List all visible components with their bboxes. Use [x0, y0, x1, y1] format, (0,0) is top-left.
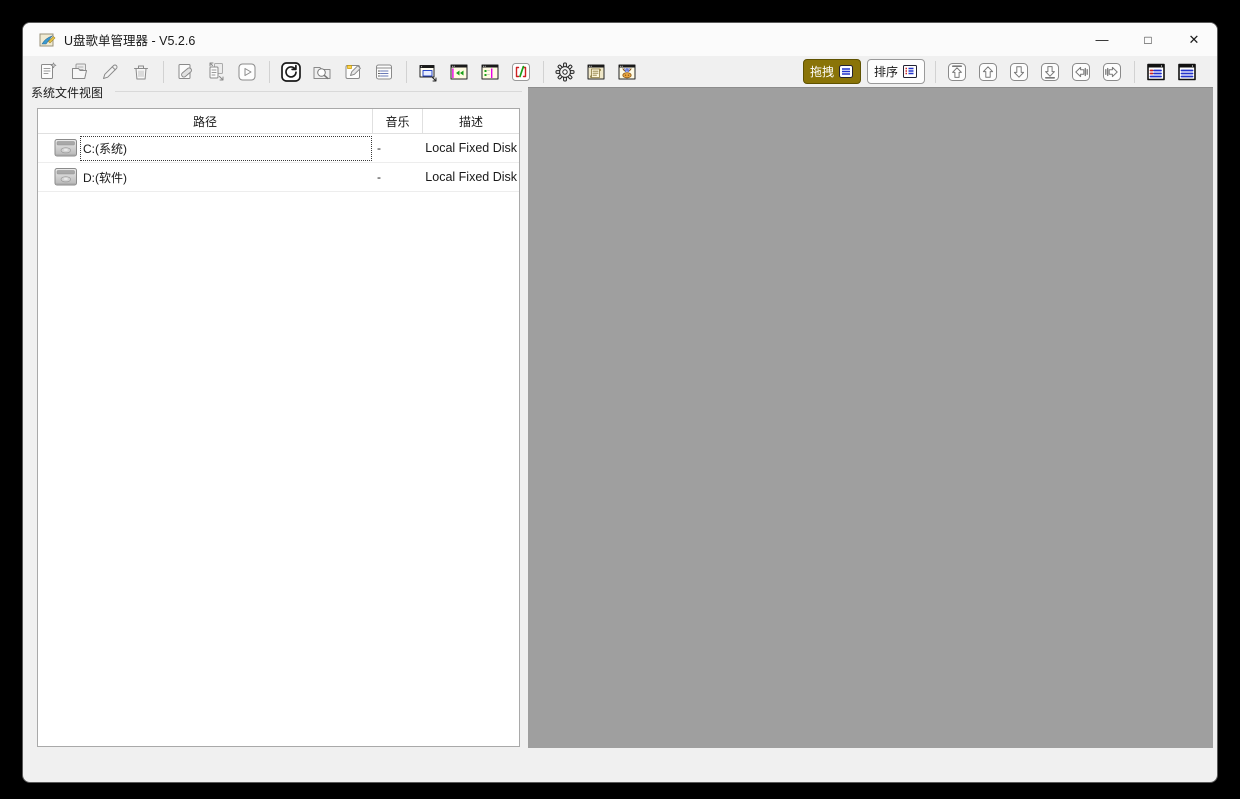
toolbar-separator: [1134, 61, 1135, 83]
drag-mode-button[interactable]: 拖拽: [803, 59, 861, 84]
sort-mode-label: 排序: [874, 63, 898, 80]
simple-list-view-icon[interactable]: [1174, 59, 1200, 85]
table-row[interactable]: C:(系统) - Local Fixed Disk: [38, 134, 519, 163]
new-playlist-icon[interactable]: [35, 59, 61, 85]
window-controls: — □ ✕: [1079, 23, 1217, 56]
copy-move-icon[interactable]: [203, 59, 229, 85]
groupbox-label: 系统文件视图: [31, 84, 107, 101]
table-header: 路径 音乐 描述: [38, 109, 519, 134]
refresh-icon[interactable]: [278, 59, 304, 85]
export-window-icon[interactable]: [415, 59, 441, 85]
move-up-icon[interactable]: [975, 59, 1001, 85]
window-rewind-icon[interactable]: [446, 59, 472, 85]
groupbox-border-line: [115, 91, 522, 92]
app-icon: [38, 31, 56, 49]
edit-icon[interactable]: [97, 59, 123, 85]
move-top-icon[interactable]: [944, 59, 970, 85]
titlebar[interactable]: U盘歌单管理器 - V5.2.6 — □ ✕: [23, 23, 1217, 56]
delete-icon[interactable]: [128, 59, 154, 85]
drive-path-label: D:(软件): [80, 165, 372, 190]
description-cell: Local Fixed Disk: [422, 141, 519, 155]
open-playlist-icon[interactable]: [66, 59, 92, 85]
drag-mode-label: 拖拽: [810, 63, 834, 80]
detail-list-view-icon[interactable]: [1143, 59, 1169, 85]
column-header-description[interactable]: 描述: [422, 109, 519, 133]
edit-brackets-icon[interactable]: [508, 59, 534, 85]
drive-path-label: C:(系统): [80, 136, 372, 161]
music-count-cell: -: [372, 141, 422, 155]
maximize-button[interactable]: □: [1125, 23, 1171, 56]
detail-list-mini-icon: [902, 64, 918, 79]
toolbar-separator: [543, 61, 544, 83]
toolbar-separator: [163, 61, 164, 83]
column-header-music[interactable]: 音乐: [372, 109, 422, 133]
toolbar-separator: [269, 61, 270, 83]
table-row[interactable]: D:(软件) - Local Fixed Disk: [38, 163, 519, 192]
minimize-button[interactable]: —: [1079, 23, 1125, 56]
toolbar: W 拖拽 排序: [23, 56, 1217, 87]
edit-pad-icon[interactable]: [340, 59, 366, 85]
move-down-icon[interactable]: [1006, 59, 1032, 85]
path-cell: D:(软件): [38, 163, 372, 191]
window-title: U盘歌单管理器 - V5.2.6: [64, 30, 195, 49]
mascot-icon[interactable]: W: [614, 59, 640, 85]
window-split-icon[interactable]: [477, 59, 503, 85]
toolbar-separator: [935, 61, 936, 83]
move-bottom-icon[interactable]: [1037, 59, 1063, 85]
log-scroll-icon[interactable]: [583, 59, 609, 85]
close-button[interactable]: ✕: [1171, 23, 1217, 56]
settings-gear-icon[interactable]: [552, 59, 578, 85]
sort-mode-button[interactable]: 排序: [867, 59, 925, 84]
toolbar-separator: [406, 61, 407, 83]
path-cell: C:(系统): [38, 134, 372, 162]
column-header-path[interactable]: 路径: [38, 109, 372, 133]
hard-drive-icon: [54, 138, 78, 158]
search-folder-icon[interactable]: [309, 59, 335, 85]
move-left-icon[interactable]: [1068, 59, 1094, 85]
system-file-table: 路径 音乐 描述 C:(系统) - Local Fixed Disk D:(软件…: [37, 108, 520, 747]
description-cell: Local Fixed Disk: [422, 170, 519, 184]
move-right-icon[interactable]: [1099, 59, 1125, 85]
music-count-cell: -: [372, 170, 422, 184]
app-window: U盘歌单管理器 - V5.2.6 — □ ✕ W 拖拽: [22, 22, 1218, 783]
playlist-content-panel: [528, 87, 1213, 748]
hard-drive-icon: [54, 167, 78, 187]
list-window-icon[interactable]: [371, 59, 397, 85]
play-icon[interactable]: [234, 59, 260, 85]
list-blue-icon: [838, 64, 854, 79]
erase-note-icon[interactable]: [172, 59, 198, 85]
